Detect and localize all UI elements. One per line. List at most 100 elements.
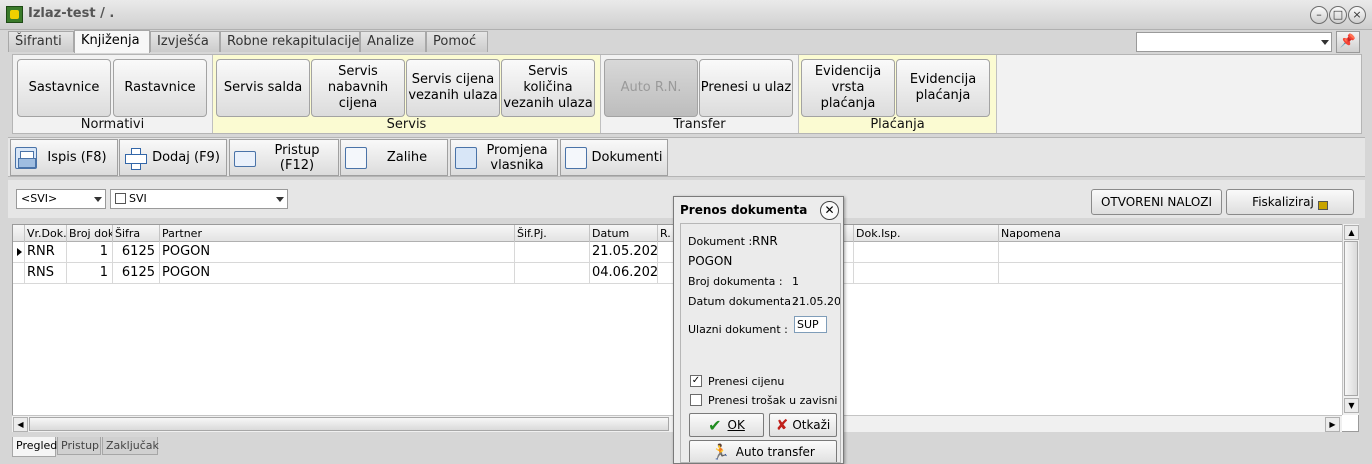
cell-dok-isp	[854, 263, 999, 284]
dodaj-button[interactable]: Dodaj (F9)	[119, 139, 227, 176]
vertical-scroll-thumb[interactable]	[1344, 241, 1358, 396]
cell-dok-isp	[854, 242, 999, 263]
tab-knjizenja[interactable]: Knjiženja	[74, 30, 150, 53]
otkazi-label: Otkaži	[792, 418, 831, 432]
broj-dokumenta-label: Broj dokumenta :	[688, 275, 783, 288]
tab-analize[interactable]: Analize	[360, 31, 426, 52]
tab-pregled[interactable]: Pregled	[12, 437, 57, 457]
prenesi-cijenu-label: Prenesi cijenu	[708, 375, 785, 388]
tab-sifranti[interactable]: Šifranti	[8, 31, 74, 52]
ispis-label: Ispis (F8)	[47, 150, 107, 165]
col-vrdok[interactable]: Vr.Dok.	[25, 225, 67, 242]
evidencija-placanja-button[interactable]: Evidencija plaćanja	[896, 59, 990, 117]
dialog-body: Dokument : RNR POGON Broj dokumenta : 1 …	[680, 223, 841, 463]
group-normativi: Sastavnice Rastavnice Normativi	[13, 55, 213, 133]
app-logo-icon	[6, 6, 23, 23]
col-napomena[interactable]: Napomena	[999, 225, 1343, 242]
cell-sifra: 6125	[113, 263, 160, 284]
printer-icon	[15, 147, 37, 169]
doc-type-value: <SVI>	[21, 192, 58, 205]
scroll-right-icon[interactable]: ▶	[1325, 417, 1340, 432]
cell-napomena	[999, 242, 1343, 263]
status-combo[interactable]: SVI	[110, 189, 288, 209]
auto-transfer-button[interactable]: 🏃 Auto transfer	[689, 440, 837, 462]
fiskaliziraj-label: Fiskaliziraj	[1252, 195, 1314, 209]
scroll-left-icon[interactable]: ◀	[13, 417, 28, 432]
group-label: Plaćanja	[870, 117, 925, 132]
chevron-down-icon	[1321, 40, 1329, 45]
zalihe-button[interactable]: Zalihe	[340, 139, 448, 176]
col-sifra[interactable]: Šifra	[113, 225, 160, 242]
dialog-close-icon[interactable]: ✕	[820, 201, 839, 220]
row-pointer-icon	[17, 248, 22, 256]
doc-type-combo[interactable]: <SVI>	[16, 189, 106, 209]
prenesi-cijenu-checkbox[interactable]: ✓	[690, 375, 702, 387]
otkazi-button[interactable]: ✘ Otkaži	[769, 413, 837, 437]
servis-kolicina-vezanih-ulaza-button[interactable]: Servis količina vezanih ulaza	[501, 59, 595, 117]
cell-sif-pj	[515, 263, 590, 284]
dokumenti-label: Dokumenti	[591, 150, 663, 165]
pristup-label: Pristup (F12)	[274, 142, 320, 173]
ok-button[interactable]: ✔ OK	[689, 413, 764, 437]
group-label: Servis	[386, 117, 427, 132]
otvoreni-nalozi-button[interactable]: OTVORENI NALOZI	[1091, 189, 1222, 215]
cell-broj: 1	[67, 263, 113, 284]
servis-nabavnih-cijena-button[interactable]: Servis nabavnih cijena	[311, 59, 405, 117]
auto-rn-button[interactable]: Auto R.N.	[604, 59, 698, 117]
vertical-scrollbar[interactable]: ▲ ▼	[1342, 224, 1359, 415]
tab-izvjesca[interactable]: Izvješća	[150, 31, 220, 52]
cell-napomena	[999, 263, 1343, 284]
horizontal-scroll-thumb[interactable]	[29, 417, 669, 431]
ribbon: Sastavnice Rastavnice Normativi Servis s…	[12, 54, 1362, 134]
dokument-label: Dokument :	[688, 235, 753, 248]
dodaj-label: Dodaj (F9)	[152, 150, 220, 165]
minimize-icon[interactable]: –	[1310, 6, 1328, 24]
col-partner[interactable]: Partner	[160, 225, 515, 242]
row-indicator	[13, 242, 25, 263]
prenesi-u-ulaz-button[interactable]: Prenesi u ulaz	[699, 59, 793, 117]
sastavnice-button[interactable]: Sastavnice	[17, 59, 111, 117]
datum-dokumenta-label: Datum dokumenta :	[688, 295, 799, 308]
col-sif-pj[interactable]: Šif.Pj.	[515, 225, 590, 242]
cell-vrdok: RNS	[25, 263, 67, 284]
dokumenti-button[interactable]: Dokumenti	[560, 139, 668, 176]
group-label: Normativi	[80, 117, 145, 132]
close-icon[interactable]: ×	[1348, 6, 1366, 24]
pin-icon: 📌	[1339, 34, 1357, 49]
servis-cijena-vezanih-ulaza-button[interactable]: Servis cijena vezanih ulaza	[406, 59, 500, 117]
rastavnice-button[interactable]: Rastavnice	[113, 59, 207, 117]
prenesi-trosak-checkbox[interactable]	[690, 394, 702, 406]
top-combo[interactable]	[1136, 32, 1332, 52]
cell-sif-pj	[515, 242, 590, 263]
promjena-vlasnika-button[interactable]: Promjena vlasnika	[450, 139, 558, 176]
toolbar: Ispis (F8) Dodaj (F9) Pristup (F12) Zali…	[8, 137, 1365, 177]
row-indicator	[13, 263, 25, 284]
ispis-button[interactable]: Ispis (F8)	[10, 139, 118, 176]
auto-transfer-label: Auto transfer	[735, 445, 815, 459]
tab-robne-rekapitulacije[interactable]: Robne rekapitulacije	[220, 31, 360, 52]
ok-label: OK	[727, 418, 745, 432]
scroll-down-icon[interactable]: ▼	[1344, 398, 1359, 413]
cell-broj: 1	[67, 242, 113, 263]
tab-pristup[interactable]: Pristup	[57, 437, 101, 455]
col-datum[interactable]: Datum	[590, 225, 658, 242]
prenos-dokumenta-dialog: Prenos dokumenta ✕ Dokument : RNR POGON …	[673, 196, 844, 464]
ulazni-dokument-input[interactable]: SUP	[794, 316, 827, 333]
col-broj-dok[interactable]: Broj dok.	[67, 225, 113, 242]
partner-value: POGON	[688, 254, 733, 268]
servis-salda-button[interactable]: Servis salda	[216, 59, 310, 117]
group-placanja: Evidencija vrsta plaćanja Evidencija pla…	[799, 55, 997, 133]
pristup-button[interactable]: Pristup (F12)	[229, 139, 339, 176]
maximize-icon[interactable]: □	[1329, 6, 1347, 24]
evidencija-vrsta-placanja-button[interactable]: Evidencija vrsta plaćanja	[801, 59, 895, 117]
col-dok-isp[interactable]: Dok.Isp.	[854, 225, 999, 242]
pin-button[interactable]: 📌	[1336, 31, 1360, 53]
tab-zakljucak[interactable]: Zaključak	[102, 437, 159, 455]
scroll-up-icon[interactable]: ▲	[1344, 225, 1359, 240]
chevron-down-icon	[276, 197, 284, 202]
check-icon: ✔	[708, 415, 722, 435]
cell-partner: POGON	[160, 263, 515, 284]
fiskaliziraj-button[interactable]: Fiskaliziraj	[1226, 189, 1354, 215]
tab-pomoc[interactable]: Pomoć	[426, 31, 488, 52]
group-transfer: Auto R.N. Prenesi u ulaz Transfer	[601, 55, 799, 133]
